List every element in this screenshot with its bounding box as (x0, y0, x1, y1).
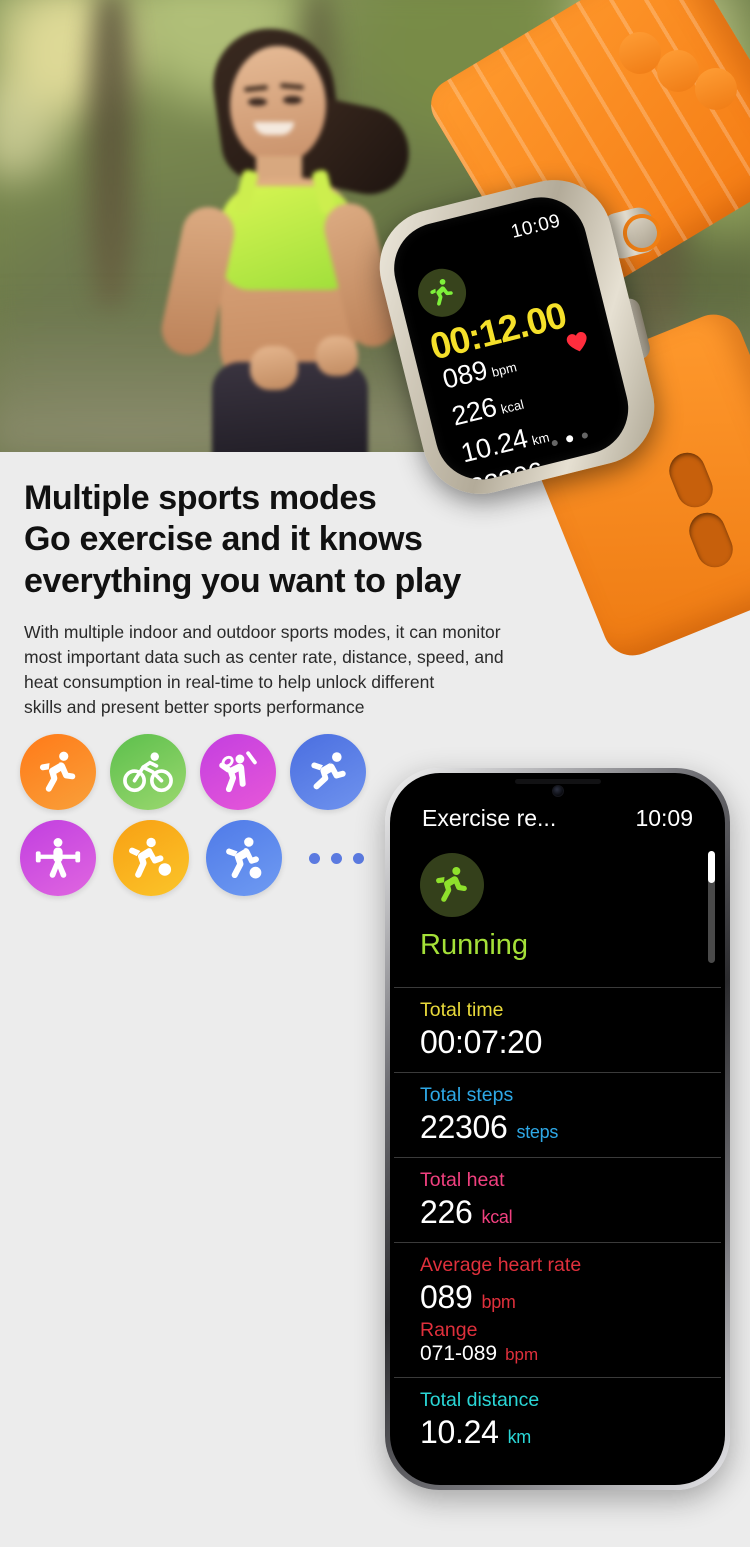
stat-row-total-distance: Total distance 10.24 km (394, 1377, 721, 1462)
status-bar-clock: 10:09 (635, 804, 693, 831)
page-dot-active[interactable] (565, 434, 574, 444)
stat-row-total-heat: Total heat 226 kcal (394, 1157, 721, 1242)
sport-mode-icons (20, 734, 380, 906)
stat-value: 22306 (420, 1109, 508, 1145)
heart-icon (566, 331, 587, 352)
activity-stats-list: Total time 00:07:20 Total steps 22306 st… (394, 987, 721, 1462)
watch-status-time: 10:09 (509, 210, 563, 243)
stat-value: 00:07:20 (420, 1024, 543, 1060)
sport-icon-row-1 (20, 734, 380, 810)
activity-name: Running (420, 929, 529, 961)
stat-sub-value: 071-089 (420, 1342, 498, 1365)
stat-label: Total steps (420, 1084, 514, 1106)
page-dot[interactable] (551, 438, 559, 447)
stat-label: Total heat (420, 1169, 505, 1191)
sport-icon-weightlifting[interactable] (20, 820, 96, 896)
headline-line-2: Go exercise and it knows (24, 520, 423, 559)
stat-sub-value-wrap: 071-089 bpm (420, 1342, 721, 1366)
app-title: Exercise re... (422, 804, 557, 831)
stat-row-total-time: Total time 00:07:20 (394, 987, 721, 1072)
running-icon (420, 853, 484, 917)
watch-kcal-value: 226 (448, 391, 500, 432)
description-line-2: most important data such as center rate,… (24, 646, 504, 667)
watch-page-dots[interactable] (551, 431, 589, 447)
sport-icon-running[interactable] (20, 734, 96, 810)
stat-unit: km (507, 1427, 532, 1447)
stat-unit: steps (516, 1122, 559, 1142)
stat-row-average-heart-rate: Average heart rate 089 bpm Range 071-089… (394, 1242, 721, 1377)
phone-screen[interactable]: Exercise re... 10:09 Running Total time … (394, 777, 721, 1481)
description-line-3: heat consumption in real-time to help un… (24, 671, 435, 692)
earpiece-speaker (514, 779, 601, 784)
stat-label: Total time (420, 999, 504, 1021)
product-feature-page: 10:09 00:12.00 089bpm 226kcal 10.24km 22… (0, 0, 750, 1547)
stat-unit: kcal (481, 1207, 513, 1227)
watch-km-unit: km (530, 429, 551, 449)
stat-sub-unit: bpm (505, 1345, 539, 1364)
more-dot (331, 852, 342, 864)
more-sport-modes-indicator[interactable] (299, 820, 364, 896)
stat-value: 226 (420, 1194, 473, 1230)
headline-line-1: Multiple sports modes (24, 479, 377, 517)
phone-mockup: Exercise re... 10:09 Running Total time … (385, 768, 730, 1490)
watch-screen[interactable]: 10:09 00:12.00 089bpm 226kcal 10.24km 22… (384, 187, 638, 490)
sport-icon-volleyball[interactable] (290, 734, 366, 810)
more-dot (309, 852, 320, 864)
page-dot[interactable] (581, 431, 589, 439)
sport-icon-row-2 (20, 820, 380, 896)
phone-bezel: Exercise re... 10:09 Running Total time … (390, 773, 725, 1485)
watch-bpm-unit: bpm (490, 359, 519, 380)
stat-value-wrap: 00:07:20 (420, 1024, 721, 1061)
sport-icon-cycling[interactable] (110, 734, 186, 810)
stat-value-wrap: 226 kcal (420, 1194, 721, 1231)
stat-label: Average heart rate (420, 1254, 582, 1276)
more-dot (353, 852, 364, 864)
stat-value-wrap: 10.24 km (420, 1414, 721, 1451)
scrollbar-thumb[interactable] (708, 851, 715, 883)
stat-sub-label: Range (420, 1319, 478, 1341)
sport-icon-football[interactable] (206, 820, 282, 896)
stat-value-wrap: 089 bpm (420, 1279, 721, 1316)
description-line-4: skills and present better sports perform… (24, 696, 365, 717)
stat-value: 089 (420, 1279, 473, 1315)
description-paragraph: With multiple indoor and outdoor sports … (24, 620, 644, 719)
stat-unit: bpm (481, 1292, 516, 1312)
watch-running-icon (412, 263, 472, 322)
vertical-scrollbar[interactable] (708, 851, 715, 963)
stat-row-total-steps: Total steps 22306 steps (394, 1072, 721, 1157)
sport-icon-badminton[interactable] (200, 734, 276, 810)
sport-icon-basketball[interactable] (113, 820, 189, 896)
description-line-1: With multiple indoor and outdoor sports … (24, 622, 501, 642)
headline-line-3: everything you want to play (24, 561, 461, 600)
headline: Multiple sports modes Go exercise and it… (24, 478, 564, 602)
watch-kcal-unit: kcal (499, 396, 526, 417)
runner-photo-subject (120, 10, 420, 452)
app-status-bar: Exercise re... 10:09 (394, 799, 721, 837)
stat-value-wrap: 22306 steps (420, 1109, 721, 1146)
front-camera-icon (551, 785, 564, 797)
activity-header: Running (420, 853, 528, 962)
stat-value: 10.24 (420, 1414, 499, 1450)
stat-label: Total distance (420, 1389, 540, 1411)
